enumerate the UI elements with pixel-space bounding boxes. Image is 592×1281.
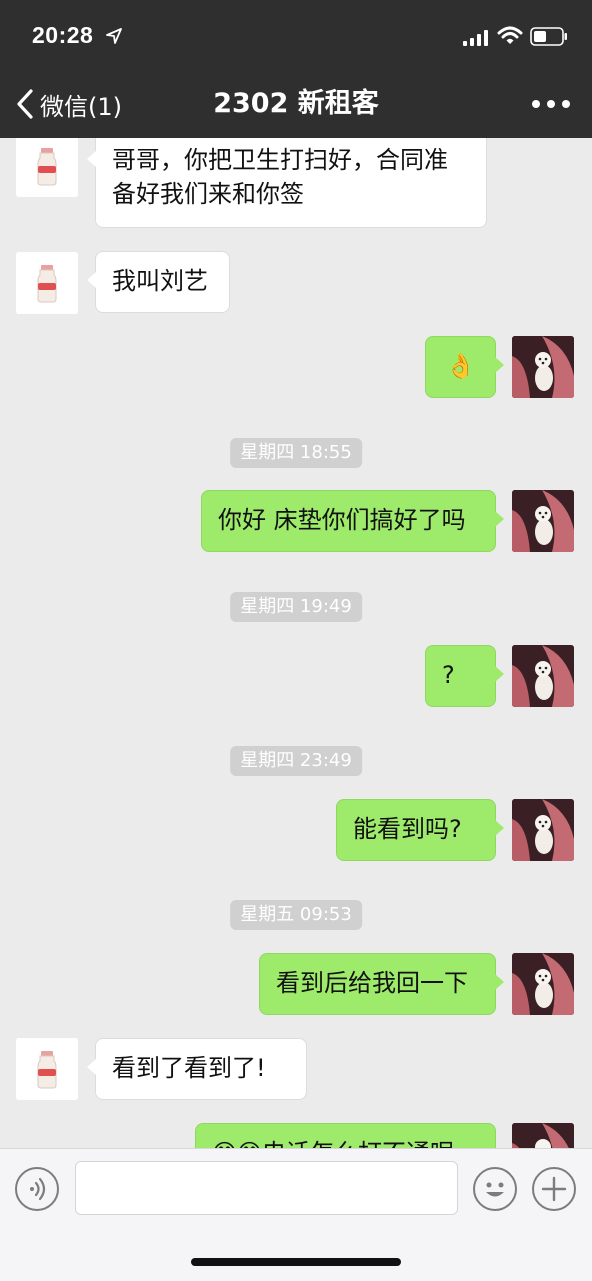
plus-icon (541, 1176, 567, 1202)
outgoing-message[interactable]: 👌 (425, 336, 504, 398)
emoji-button[interactable] (473, 1167, 517, 1211)
wifi-icon (497, 26, 523, 44)
navigation-header: 20:28 微信(1) 2302 新租客 (0, 0, 592, 138)
signal-icon (463, 30, 488, 46)
message-text: 哥哥，你把卫生打扫好，合同准 备好我们来和你签 (112, 146, 448, 208)
more-dots-icon[interactable] (530, 92, 572, 116)
my-avatar[interactable] (512, 645, 574, 707)
bottle-avatar-image (16, 138, 78, 197)
message-input[interactable] (75, 1161, 458, 1215)
outgoing-message[interactable]: ? (425, 645, 504, 707)
bottle-avatar-image (16, 1038, 78, 1100)
bottle-avatar-image (16, 252, 78, 314)
outgoing-message[interactable]: 看到后给我回一下 (259, 953, 504, 1015)
incoming-message[interactable]: 我叫刘艺 (87, 251, 230, 313)
emoji-icon (486, 1182, 504, 1197)
message-timestamp: 星期五 09:53 (230, 900, 362, 930)
plus-button[interactable] (532, 1167, 576, 1211)
dog-avatar-image (512, 953, 574, 1015)
message-timestamp: 星期四 23:49 (230, 746, 362, 776)
message-timestamp: 星期四 19:49 (230, 592, 362, 622)
my-avatar[interactable] (512, 953, 574, 1015)
message-text: 能看到吗? (353, 815, 462, 843)
my-avatar[interactable] (512, 1123, 574, 1148)
status-time: 20:28 (32, 22, 94, 48)
message-text: 我叫刘艺 (112, 267, 208, 295)
dog-avatar-image (512, 799, 574, 861)
dog-avatar-image (512, 645, 574, 707)
my-avatar[interactable] (512, 490, 574, 552)
message-text: 😊😊电话怎么打不通呢 (212, 1139, 454, 1148)
location-arrow-icon (106, 28, 122, 44)
message-text: 看到了看到了! (112, 1054, 266, 1082)
voice-icon (30, 1177, 46, 1201)
dog-avatar-image (512, 336, 574, 398)
dog-avatar-image (512, 1123, 574, 1148)
ok-hand-emoji: 👌 (445, 352, 476, 380)
outgoing-message[interactable]: 你好 床垫你们搞好了吗 (201, 490, 504, 552)
outgoing-message[interactable]: 能看到吗? (336, 799, 504, 861)
incoming-message[interactable]: 哥哥，你把卫生打扫好，合同准 备好我们来和你签 (87, 138, 487, 228)
home-indicator[interactable] (191, 1258, 401, 1266)
message-list[interactable]: 哥哥，你把卫生打扫好，合同准 备好我们来和你签 我叫刘艺 👌 星期四 18:55… (0, 138, 592, 1148)
message-text: ? (442, 661, 455, 689)
outgoing-message[interactable]: 😊😊电话怎么打不通呢 (195, 1123, 496, 1148)
voice-button[interactable] (15, 1167, 59, 1211)
chat-title: 2302 新租客 (213, 88, 379, 119)
dog-avatar-image (512, 490, 574, 552)
message-text: 看到后给我回一下 (276, 969, 468, 997)
battery-icon (530, 27, 567, 46)
contact-avatar[interactable] (16, 138, 78, 197)
contact-avatar[interactable] (16, 252, 78, 314)
my-avatar[interactable] (512, 336, 574, 398)
message-timestamp: 星期四 18:55 (230, 438, 362, 468)
my-avatar[interactable] (512, 799, 574, 861)
message-text: 你好 床垫你们搞好了吗 (218, 506, 466, 534)
incoming-message[interactable]: 看到了看到了! (87, 1038, 307, 1100)
contact-avatar[interactable] (16, 1038, 78, 1100)
